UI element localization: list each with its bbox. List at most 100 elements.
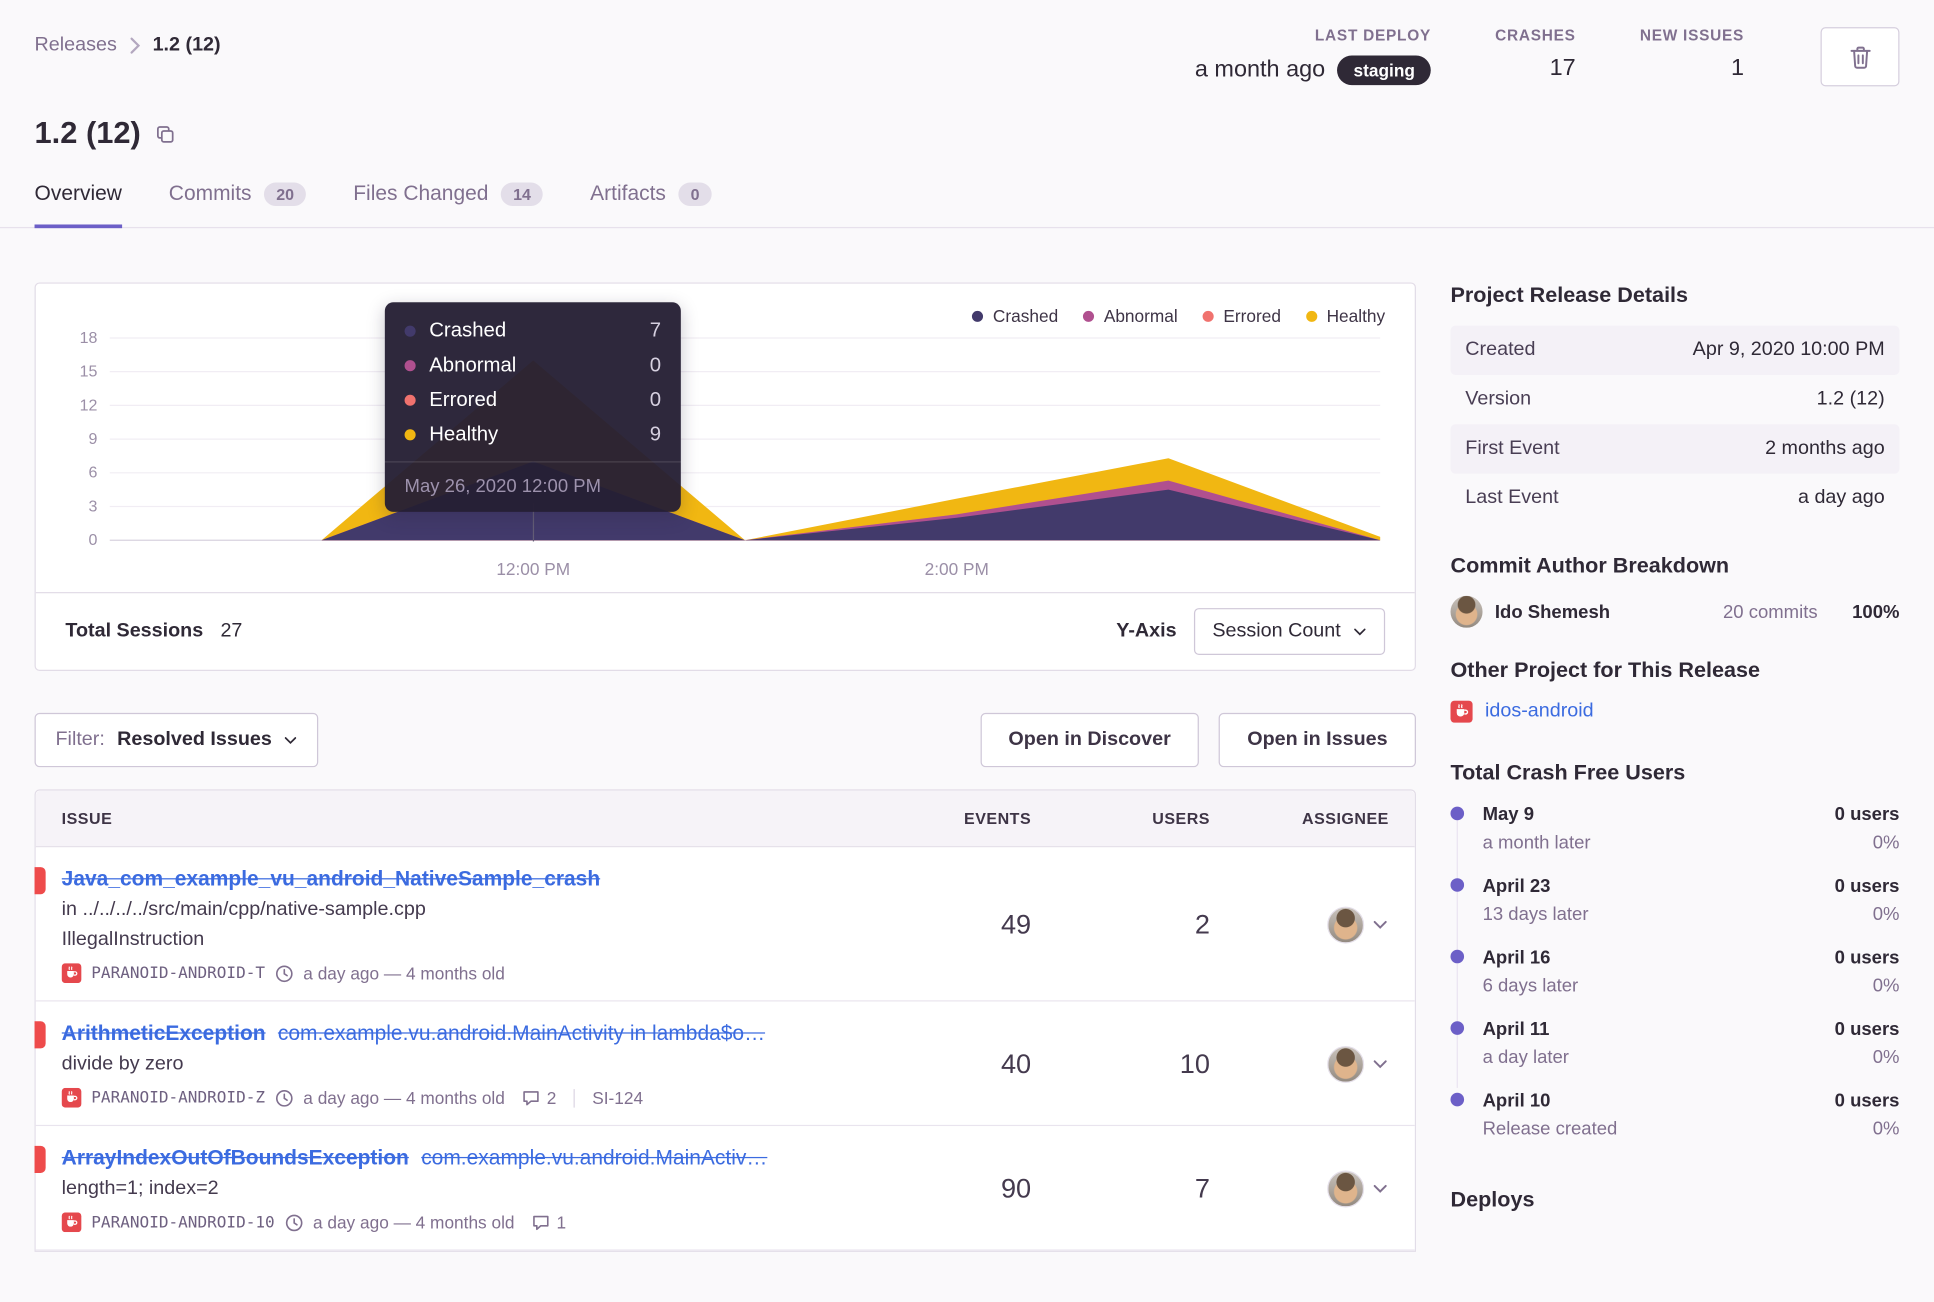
new-issues-value: 1 — [1731, 55, 1745, 82]
issue-assignee-dropdown[interactable] — [1327, 906, 1415, 944]
assignee-avatar[interactable] — [1327, 1045, 1365, 1083]
page-title: 1.2 (12) — [34, 115, 141, 151]
tab-files-changed[interactable]: Files Changed 14 — [353, 181, 544, 228]
legend-label: Healthy — [1326, 305, 1386, 326]
legend-item-errored[interactable]: Errored — [1202, 306, 1281, 326]
tab-overview[interactable]: Overview — [34, 181, 122, 229]
svg-text:6: 6 — [89, 464, 98, 482]
issues-filter-bar: Filter: Resolved Issues Open in Discover… — [34, 712, 1416, 768]
entry-sub-label: a month later — [1482, 832, 1591, 854]
comments-count: 1 — [556, 1212, 567, 1233]
entry-users: 0 users — [1834, 947, 1900, 969]
issue-assignee-dropdown[interactable] — [1327, 1170, 1415, 1208]
filter-selected-value: Resolved Issues — [117, 728, 272, 750]
issue-events-count: 40 — [1000, 1048, 1032, 1080]
section-heading: Other Project for This Release — [1450, 657, 1760, 683]
issue-culprit-link[interactable]: com.example.vu.android.MainActiv… — [421, 1146, 767, 1169]
issue-title-link[interactable]: Java_com_example_vu_android_NativeSample… — [62, 867, 600, 890]
entry-date: April 16 — [1482, 947, 1551, 969]
tooltip-row-errored: Errored 0 — [404, 388, 661, 412]
entry-percent: 0% — [1872, 1047, 1900, 1069]
entry-users: 0 users — [1834, 1018, 1900, 1040]
tab-commits[interactable]: Commits 20 — [169, 181, 307, 228]
tab-artifacts[interactable]: Artifacts 0 — [590, 181, 712, 228]
legend-label: Errored — [1223, 305, 1281, 326]
svg-text:9: 9 — [89, 430, 98, 448]
svg-text:12: 12 — [80, 396, 98, 414]
detail-label: Version — [1465, 388, 1532, 410]
section-heading: Commit Author Breakdown — [1450, 552, 1730, 578]
project-release-details-section: Project Release Details Created Apr 9, 2… — [1450, 282, 1900, 523]
tooltip-row-abnormal: Abnormal 0 — [404, 353, 662, 377]
series-dot-icon — [404, 394, 416, 406]
svg-text:3: 3 — [89, 497, 98, 515]
svg-text:0: 0 — [89, 531, 98, 549]
tooltip-series-value: 0 — [649, 353, 662, 377]
tooltip-series-label: Healthy — [429, 423, 499, 446]
issues-filter-select[interactable]: Filter: Resolved Issues — [34, 712, 319, 768]
tab-count-badge: 0 — [678, 181, 712, 206]
project-link[interactable]: idos-android — [1485, 701, 1594, 723]
issue-age: a day ago — 4 months old — [312, 1212, 515, 1233]
issue-row: Java_com_example_vu_android_NativeSample… — [34, 847, 1415, 1002]
breadcrumb-current: 1.2 (12) — [152, 34, 221, 56]
tooltip-row-crashed: Crashed 7 — [404, 319, 661, 342]
clock-icon — [275, 964, 294, 983]
delete-release-button[interactable] — [1820, 27, 1900, 87]
assignee-avatar[interactable] — [1327, 906, 1365, 944]
author-avatar — [1450, 595, 1483, 628]
timeline-dot-icon — [1450, 806, 1465, 821]
trash-icon — [1849, 45, 1871, 69]
tooltip-series-value: 9 — [649, 423, 662, 446]
sessions-chart[interactable]: 0 3 6 9 12 15 18 12:00 PM 2:00 PM Crashed 7 Abnorm… — [36, 284, 1415, 592]
chevron-right-icon — [129, 37, 140, 54]
legend-item-abnormal[interactable]: Abnormal — [1082, 306, 1178, 326]
issue-age: a day ago — 4 months old — [303, 1087, 505, 1108]
issue-project-slug: PARANOID-ANDROID-10 — [91, 1213, 275, 1232]
entry-percent: 0% — [1872, 904, 1900, 926]
issue-comments[interactable]: 1 — [532, 1212, 566, 1232]
chevron-down-icon — [1373, 1184, 1388, 1194]
issue-culprit-link[interactable]: com.example.vu.android.MainActivity in l… — [278, 1021, 765, 1044]
issue-assignee-dropdown[interactable] — [1327, 1045, 1415, 1083]
commit-author-row: Ido Shemesh 20 commits 100% — [1450, 595, 1899, 628]
yaxis-select[interactable]: Session Count — [1193, 608, 1386, 655]
tooltip-series-label: Errored — [429, 388, 498, 411]
column-header-users: USERS — [1152, 809, 1210, 828]
comments-count: 2 — [546, 1087, 557, 1108]
svg-text:18: 18 — [80, 329, 98, 347]
commit-author-breakdown-section: Commit Author Breakdown Ido Shemesh 20 c… — [1450, 552, 1899, 628]
timeline-dot-icon — [1450, 949, 1465, 964]
tab-label: Artifacts — [590, 181, 666, 205]
issue-title-link[interactable]: ArithmeticException — [62, 1021, 266, 1044]
legend-item-healthy[interactable]: Healthy — [1305, 305, 1386, 326]
detail-value: 2 months ago — [1765, 437, 1885, 459]
issue-meta: PARANOID-ANDROID-Z a day ago — 4 months … — [61, 1087, 871, 1108]
entry-sub-label: Release created — [1482, 1118, 1618, 1140]
java-platform-icon — [1450, 700, 1473, 723]
entry-percent: 0% — [1872, 832, 1900, 854]
open-in-discover-button[interactable]: Open in Discover — [980, 712, 1200, 768]
detail-label: Last Event — [1465, 487, 1559, 509]
total-sessions-label: Total Sessions — [65, 620, 204, 642]
resolved-marker — [34, 867, 46, 895]
legend-item-crashed[interactable]: Crashed — [971, 306, 1058, 326]
clock-icon — [275, 1088, 294, 1107]
assignee-avatar[interactable] — [1327, 1170, 1365, 1208]
svg-text:15: 15 — [80, 363, 98, 381]
crash-free-entry: April 16 0 users 6 days later 0% — [1450, 946, 1900, 999]
issue-comments[interactable]: 2 — [522, 1088, 556, 1108]
timeline-dot-icon — [1450, 878, 1465, 892]
svg-text:12:00 PM: 12:00 PM — [496, 559, 570, 579]
column-header-events: EVENTS — [964, 809, 1032, 828]
issue-title-link[interactable]: ArrayIndexOutOfBoundsException — [62, 1146, 409, 1169]
svg-text:2:00 PM: 2:00 PM — [925, 559, 989, 579]
copy-icon[interactable] — [156, 124, 176, 144]
breadcrumb-releases-link[interactable]: Releases — [35, 35, 117, 57]
stat-new-issues: NEW ISSUES 1 — [1640, 27, 1744, 83]
crash-free-entry: May 9 0 users a month later 0% — [1450, 803, 1900, 856]
java-platform-icon — [61, 1212, 82, 1233]
chevron-down-icon — [1373, 920, 1388, 930]
issue-message: length=1; index=2 — [61, 1177, 219, 1199]
open-in-issues-button[interactable]: Open in Issues — [1218, 712, 1416, 768]
